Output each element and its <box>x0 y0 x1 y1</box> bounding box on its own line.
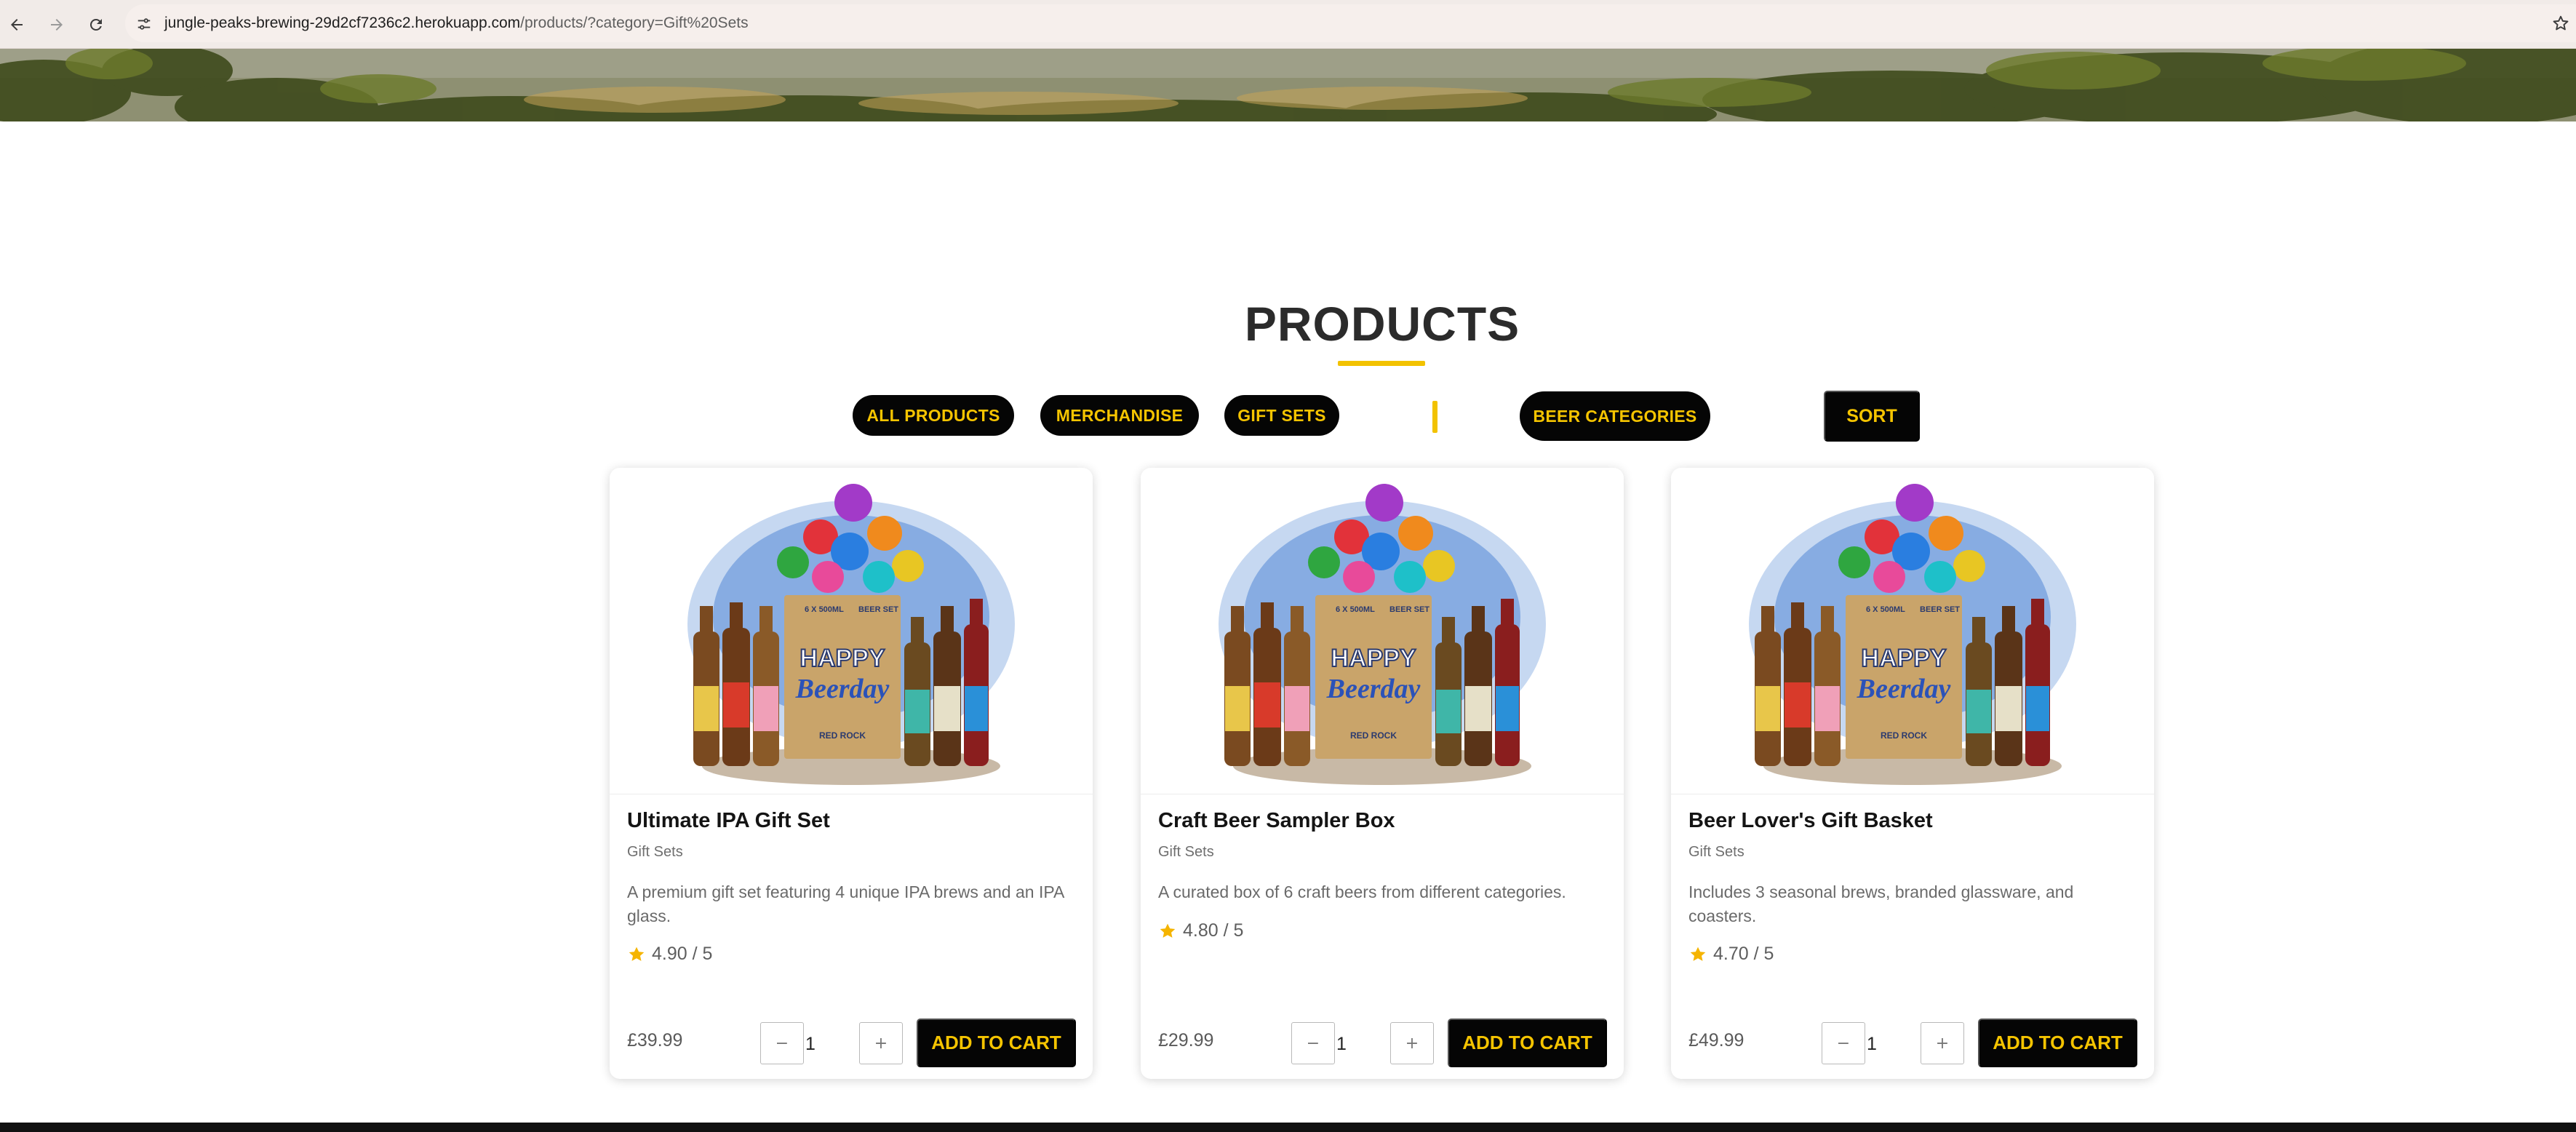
product-price: £29.99 <box>1158 1030 1214 1051</box>
box-text-happy: HAPPY <box>799 645 885 672</box>
box-text-brand: RED ROCK <box>1350 730 1397 741</box>
product-card[interactable]: 6 X 500ML BEER SET HAPPY Beerday RED ROC… <box>610 468 1093 1079</box>
quantity-stepper: − + <box>1291 1022 1434 1066</box>
box-text-happy: HAPPY <box>1861 645 1946 672</box>
product-price: £49.99 <box>1688 1030 1744 1051</box>
bookmark-button[interactable] <box>2551 10 2576 36</box>
quantity-input[interactable] <box>1865 1022 1923 1066</box>
product-price: £39.99 <box>627 1030 683 1051</box>
product-category: Gift Sets <box>1688 844 1744 860</box>
star-filled-icon <box>629 946 645 961</box>
product-rating: 4.90 / 5 <box>627 944 712 965</box>
title-underline <box>1338 361 1425 366</box>
box-text-happy: HAPPY <box>1331 645 1416 672</box>
forward-button[interactable] <box>44 12 69 37</box>
filter-all-products[interactable]: ALL PRODUCTS <box>853 395 1014 436</box>
product-category: Gift Sets <box>627 844 683 860</box>
increment-button[interactable]: + <box>859 1022 903 1064</box>
product-name[interactable]: Beer Lover's Gift Basket <box>1688 809 1933 833</box>
rating-value: 4.80 / 5 <box>1183 920 1244 941</box>
product-image[interactable]: 6 X 500ML BEER SET HAPPY Beerday RED ROC… <box>1141 468 1624 794</box>
add-to-cart-button[interactable]: ADD TO CART <box>1978 1019 2137 1067</box>
quantity-stepper: − + <box>1822 1022 1964 1066</box>
arrow-left-icon <box>11 19 23 31</box>
box-text-beerday: Beerday <box>795 674 890 704</box>
sort-button[interactable]: SORT <box>1824 391 1920 442</box>
box-text-brand: RED ROCK <box>819 730 866 741</box>
add-to-cart-button[interactable]: ADD TO CART <box>1448 1019 1607 1067</box>
gift-box-image: 6 X 500ML BEER SET HAPPY Beerday RED ROC… <box>1219 484 1546 785</box>
quantity-input[interactable] <box>804 1022 861 1066</box>
product-description: A curated box of 6 craft beers from diff… <box>1158 882 1566 901</box>
increment-button[interactable]: + <box>1921 1022 1964 1064</box>
rating-value: 4.70 / 5 <box>1713 944 1774 964</box>
url-text[interactable]: jungle-peaks-brewing-29d2cf7236c2.heroku… <box>164 10 749 36</box>
browser-toolbar: jungle-peaks-brewing-29d2cf7236c2.heroku… <box>0 0 2576 49</box>
box-text-top-right: BEER SET <box>1920 605 1960 614</box>
gift-box-image: 6 X 500ML BEER SET HAPPY Beerday RED ROC… <box>687 484 1015 785</box>
star-filled-icon <box>1690 946 1706 961</box>
back-button[interactable] <box>4 12 29 37</box>
decrement-button[interactable]: − <box>1822 1022 1865 1064</box>
footer-edge <box>0 1123 2576 1132</box>
product-image[interactable]: 6 X 500ML BEER SET HAPPY Beerday RED ROC… <box>1671 468 2154 794</box>
box-text-beerday: Beerday <box>1326 674 1421 704</box>
filter-merchandise[interactable]: MERCHANDISE <box>1040 395 1199 436</box>
gift-box-image: 6 X 500ML BEER SET HAPPY Beerday RED ROC… <box>1749 484 2076 785</box>
tune-icon <box>137 18 151 30</box>
beer-categories-dropdown[interactable]: BEER CATEGORIES <box>1520 391 1710 441</box>
box-text-beerday: Beerday <box>1857 674 1951 704</box>
quantity-stepper: − + <box>760 1022 903 1066</box>
star-outline-icon <box>2553 15 2569 31</box>
hero-banner <box>0 49 2576 121</box>
rating-value: 4.90 / 5 <box>652 944 713 964</box>
product-category: Gift Sets <box>1158 844 1214 860</box>
decrement-button[interactable]: − <box>1291 1022 1335 1064</box>
reload-icon <box>89 18 102 31</box>
product-description: A premium gift set featuring 4 unique IP… <box>627 882 1064 925</box>
product-card[interactable]: 6 X 500ML BEER SET HAPPY Beerday RED ROC… <box>1671 468 2154 1079</box>
quantity-input[interactable] <box>1335 1022 1392 1066</box>
box-text-top-left: 6 X 500ML <box>1866 605 1905 614</box>
box-text-top-left: 6 X 500ML <box>1336 605 1375 614</box>
box-text-top-right: BEER SET <box>858 605 898 614</box>
increment-button[interactable]: + <box>1390 1022 1434 1064</box>
decrement-button[interactable]: − <box>760 1022 804 1064</box>
url-host: jungle-peaks-brewing-29d2cf7236c2.heroku… <box>164 15 521 31</box>
box-text-brand: RED ROCK <box>1881 730 1927 741</box>
star-filled-icon <box>1160 923 1176 938</box>
jungle-foliage-image <box>0 49 2576 121</box>
site-info-button[interactable] <box>132 12 156 36</box>
reload-button[interactable] <box>84 12 108 37</box>
page-title: PRODUCTS <box>1244 297 1520 351</box>
product-rating: 4.70 / 5 <box>1688 944 1774 965</box>
product-description: Includes 3 seasonal brews, branded glass… <box>1688 882 2074 925</box>
arrow-right-icon <box>51 19 63 31</box>
box-text-top-right: BEER SET <box>1389 605 1429 614</box>
box-text-top-left: 6 X 500ML <box>805 605 844 614</box>
filter-gift-sets[interactable]: GIFT SETS <box>1224 395 1339 436</box>
product-image[interactable]: 6 X 500ML BEER SET HAPPY Beerday RED ROC… <box>610 468 1093 794</box>
filter-divider <box>1432 401 1437 433</box>
product-name[interactable]: Craft Beer Sampler Box <box>1158 809 1395 833</box>
product-rating: 4.80 / 5 <box>1158 920 1243 941</box>
url-path: /products/?category=Gift%20Sets <box>520 15 749 31</box>
add-to-cart-button[interactable]: ADD TO CART <box>917 1019 1076 1067</box>
product-name[interactable]: Ultimate IPA Gift Set <box>627 809 830 833</box>
product-card[interactable]: 6 X 500ML BEER SET HAPPY Beerday RED ROC… <box>1141 468 1624 1079</box>
